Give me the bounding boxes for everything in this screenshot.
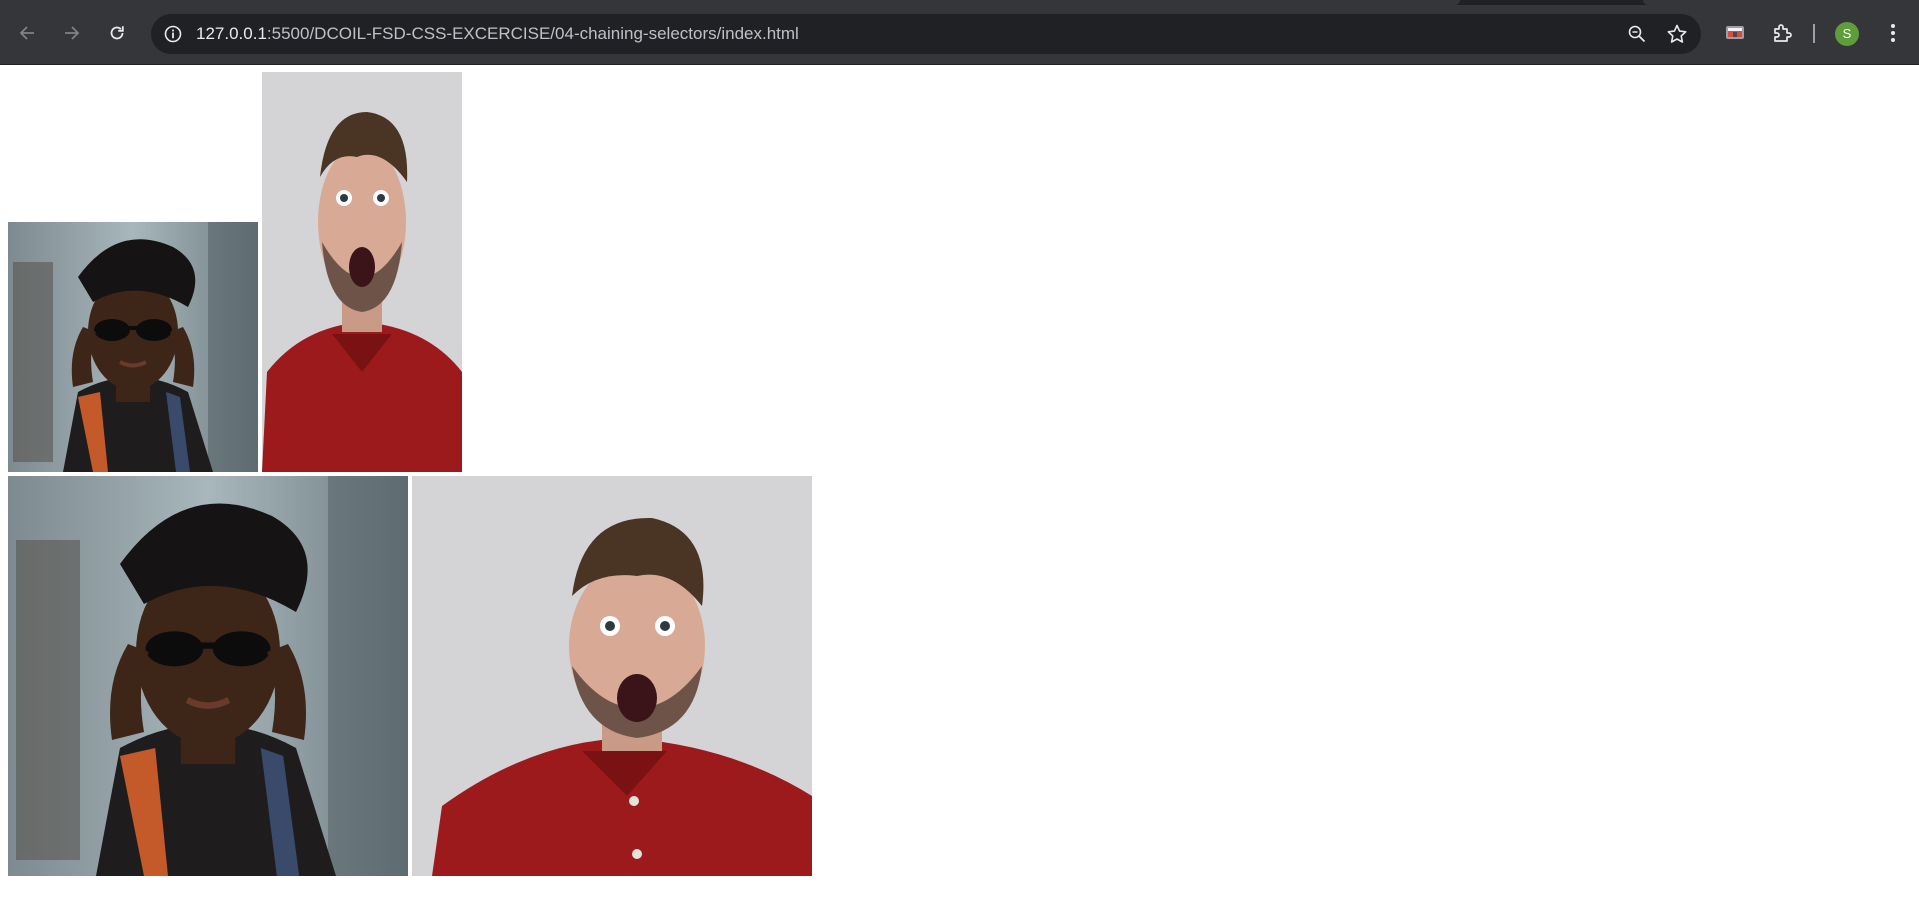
- forward-icon: [65, 26, 80, 40]
- cast-icon: [1726, 26, 1744, 39]
- woman-photo-small: [8, 222, 258, 472]
- url-host: 127.0.0.1: [196, 24, 267, 43]
- back-button[interactable]: [12, 18, 42, 48]
- extensions-button[interactable]: [1767, 18, 1797, 48]
- toolbar-divider: [1813, 24, 1815, 43]
- url-text[interactable]: 127.0.0.1:5500/DCOIL-FSD-CSS-EXCERCISE/0…: [196, 25, 799, 43]
- man-photo-square: [412, 476, 812, 876]
- reload-button[interactable]: [102, 18, 132, 48]
- extensions-icon: [1774, 24, 1792, 42]
- man-photo-tall: [262, 72, 462, 472]
- reload-icon: [110, 26, 124, 40]
- back-icon: [19, 26, 34, 40]
- browser-toolbar: 127.0.0.1:5500/DCOIL-FSD-CSS-EXCERCISE/0…: [0, 0, 1919, 65]
- forward-button[interactable]: [57, 18, 87, 48]
- star-icon[interactable]: [1666, 23, 1688, 45]
- cast-button[interactable]: [1720, 18, 1750, 48]
- woman-photo-large: [8, 476, 408, 876]
- info-icon[interactable]: [163, 24, 183, 44]
- url-path: :5500/DCOIL-FSD-CSS-EXCERCISE/04-chainin…: [266, 24, 799, 43]
- profile-avatar[interactable]: S: [1835, 22, 1859, 46]
- address-bar[interactable]: 127.0.0.1:5500/DCOIL-FSD-CSS-EXCERCISE/0…: [151, 14, 1701, 54]
- zoom-icon[interactable]: [1627, 24, 1647, 44]
- woman-photo-art: [8, 222, 258, 472]
- man-photo-art: [262, 72, 462, 472]
- woman-photo-art: [8, 476, 408, 876]
- tab-strip: [0, 0, 1919, 5]
- active-tab-edge[interactable]: [0, 0, 1460, 5]
- man-photo-art: [412, 476, 812, 876]
- menu-icon: [1891, 24, 1895, 42]
- inactive-tab-edge[interactable]: [1643, 0, 1919, 5]
- menu-button[interactable]: [1878, 18, 1908, 48]
